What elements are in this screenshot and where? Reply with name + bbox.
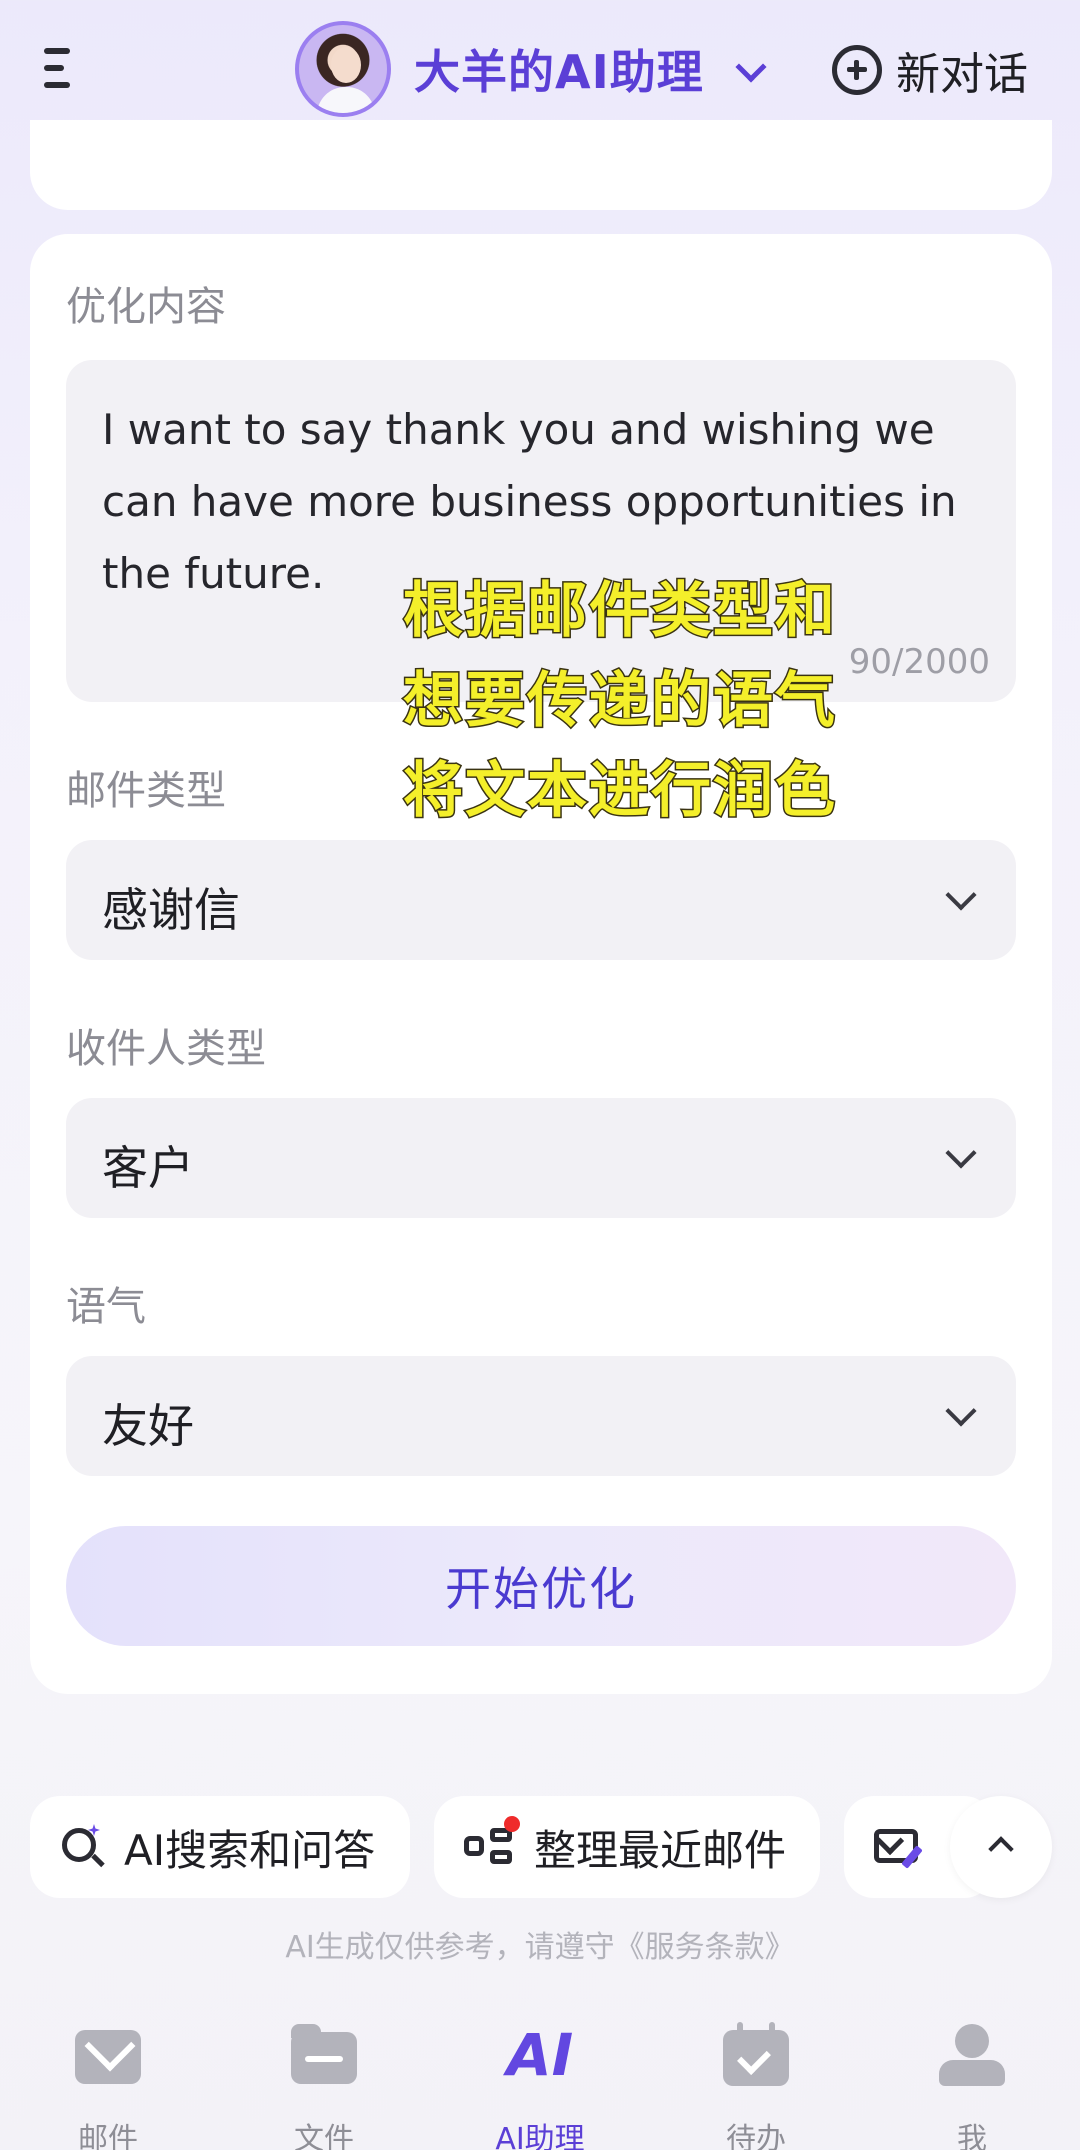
email-type-label: 邮件类型 xyxy=(66,768,226,814)
nav-item-ai-assistant[interactable]: AI AI助理 xyxy=(470,2020,610,2150)
tone-label: 语气 xyxy=(66,1284,146,1330)
disclaimer-text: AI生成仅供参考，请遵守《服务条款》 xyxy=(285,1930,795,1965)
tone-select[interactable]: 友好 xyxy=(66,1356,1016,1476)
caption-line: 将文本进行润色 xyxy=(402,755,837,828)
email-type-value: 感谢信 xyxy=(102,883,240,937)
chevron-down-icon xyxy=(945,1137,977,1169)
nav-label: AI助理 xyxy=(495,2122,585,2150)
nav-item-files[interactable]: 文件 xyxy=(254,2020,394,2150)
optimize-form-card: 优化内容 I want to say thank you and wishing… xyxy=(30,234,1052,1694)
ai-icon: AI xyxy=(506,2021,574,2089)
user-icon xyxy=(939,2024,1005,2086)
chevron-down-icon xyxy=(945,879,977,911)
start-optimize-button[interactable]: 开始优化 xyxy=(66,1526,1016,1646)
assistant-title[interactable]: 大羊的AI助理 xyxy=(414,36,704,102)
notification-dot xyxy=(504,1816,520,1832)
recipient-type-value: 客户 xyxy=(102,1141,194,1195)
ai-search-icon xyxy=(60,1824,106,1870)
mail-icon xyxy=(75,2030,141,2084)
new-chat-button[interactable]: 新对话 xyxy=(832,38,1028,102)
top-bar: 大羊的AI助理 新对话 xyxy=(0,0,1080,140)
nav-item-me[interactable]: 我 xyxy=(902,2020,1042,2150)
menu-icon[interactable] xyxy=(44,44,74,92)
chevron-down-icon xyxy=(945,1395,977,1427)
add-chat-icon xyxy=(832,45,882,95)
previous-card xyxy=(30,120,1052,210)
caption-line: 根据邮件类型和 xyxy=(402,575,837,648)
mail-edit-icon xyxy=(874,1826,923,1869)
content-label: 优化内容 xyxy=(66,284,226,330)
ai-search-chip[interactable]: AI搜索和问答 xyxy=(30,1796,410,1898)
collapse-button[interactable] xyxy=(950,1796,1052,1898)
organize-mail-chip[interactable]: 整理最近邮件 xyxy=(434,1796,820,1898)
nav-item-todo[interactable]: 待办 xyxy=(686,2020,826,2150)
nav-label: 文件 xyxy=(294,2122,354,2150)
nav-item-mail[interactable]: 邮件 xyxy=(38,2020,178,2150)
nav-label: 待办 xyxy=(726,2122,786,2150)
folder-icon xyxy=(291,2024,357,2084)
recipient-type-label: 收件人类型 xyxy=(66,1026,266,1072)
organize-mail-label: 整理最近邮件 xyxy=(534,1825,787,1875)
assistant-avatar[interactable] xyxy=(295,21,391,117)
ai-search-label: AI搜索和问答 xyxy=(124,1825,376,1875)
tone-value: 友好 xyxy=(102,1399,194,1453)
nav-label: 我 xyxy=(957,2122,987,2150)
bottom-nav: 邮件 文件 AI AI助理 待办 我 xyxy=(0,2000,1080,2150)
caption-line: 想要传递的语气 xyxy=(402,665,837,738)
recipient-type-select[interactable]: 客户 xyxy=(66,1098,1016,1218)
chevron-up-icon xyxy=(988,1836,1014,1862)
chevron-down-icon[interactable] xyxy=(735,51,767,83)
organize-icon xyxy=(464,1816,520,1870)
email-type-select[interactable]: 感谢信 xyxy=(66,840,1016,960)
calendar-check-icon xyxy=(723,2022,789,2086)
new-chat-label: 新对话 xyxy=(896,49,1028,100)
caption-overlay: 根据邮件类型和 想要传递的语气 将文本进行润色 xyxy=(340,566,900,836)
nav-label: 邮件 xyxy=(78,2122,138,2150)
